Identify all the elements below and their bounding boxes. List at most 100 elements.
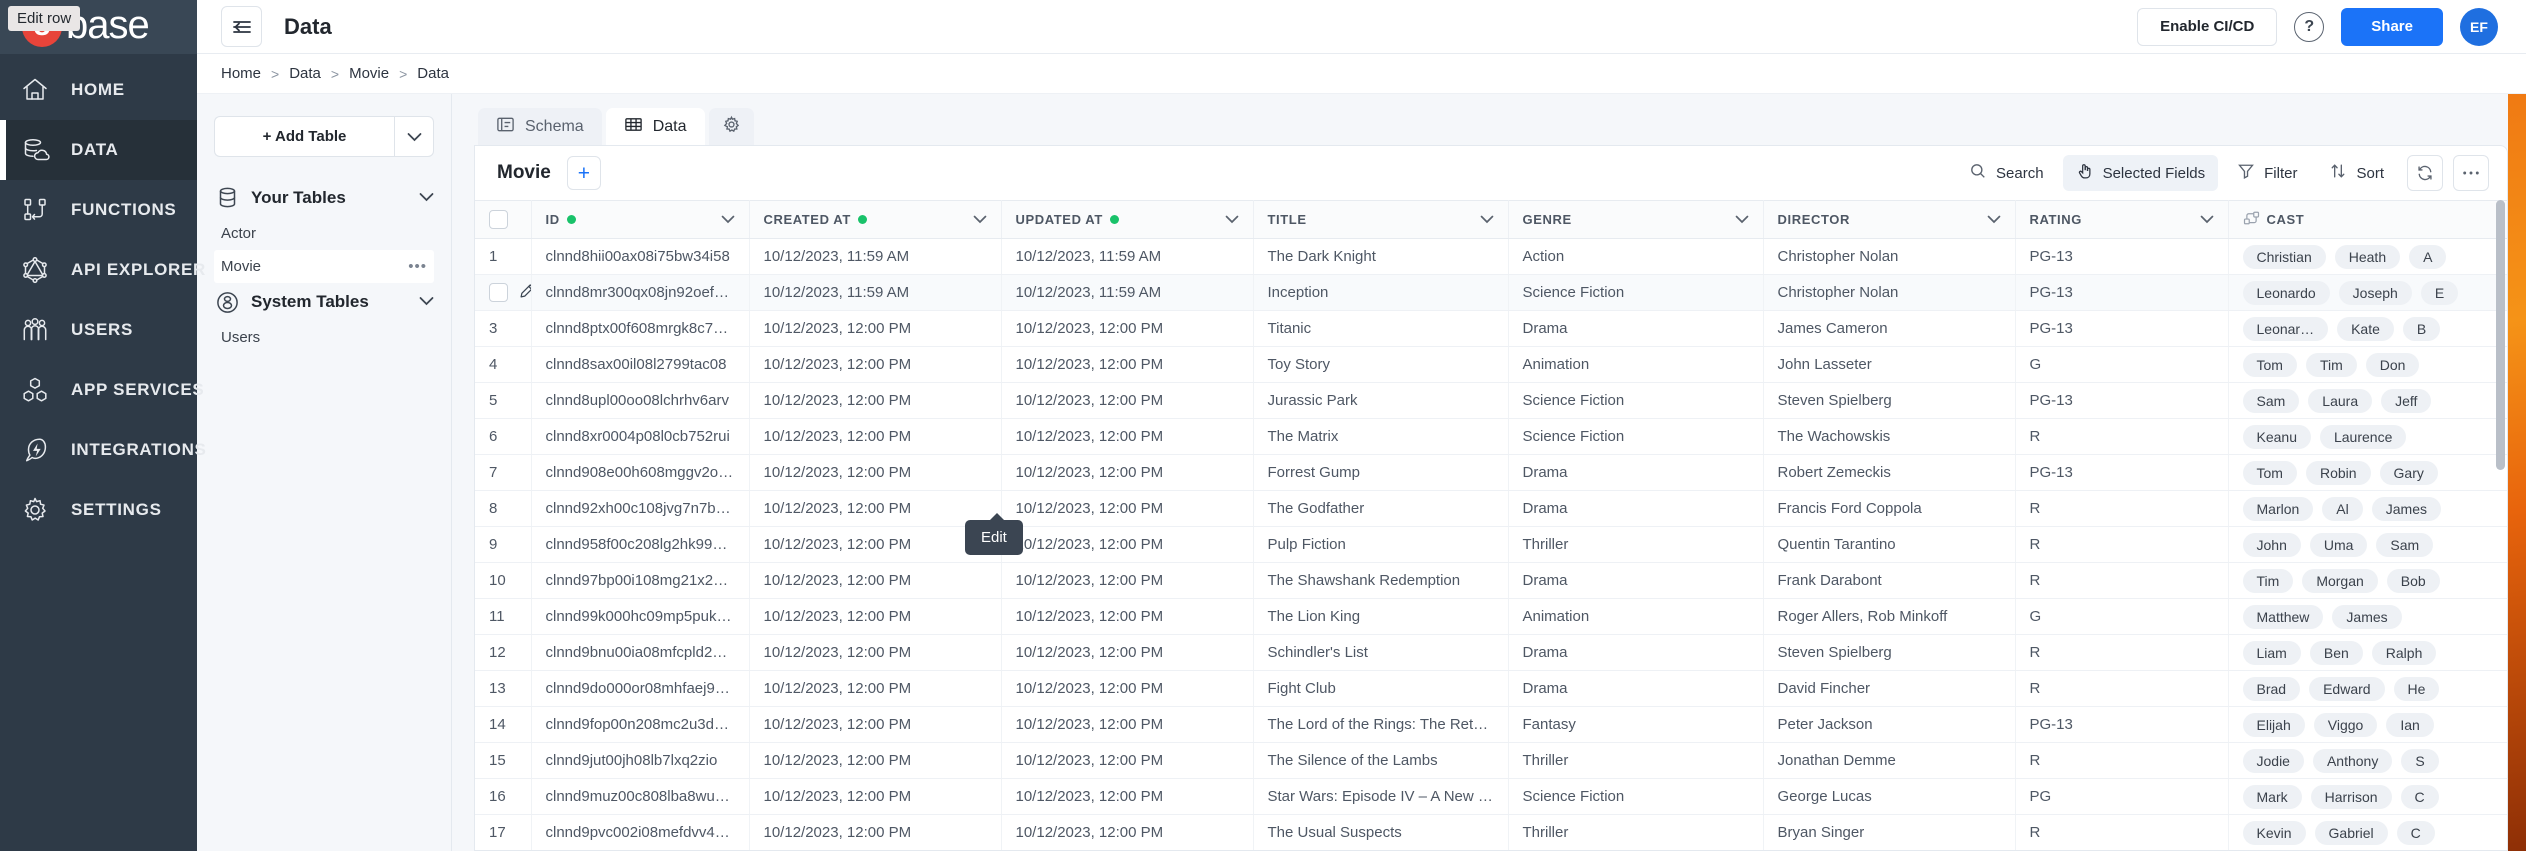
rail-item-app-services[interactable]: APP SERVICES — [0, 360, 197, 420]
cast-chip[interactable]: E — [2421, 281, 2458, 305]
table-row[interactable]: 17clnnd9pvc002i08mefdvv4xtm10/12/2023, 1… — [475, 815, 2507, 851]
row-index-cell[interactable]: 4 — [475, 347, 531, 383]
table-item-actor[interactable]: Actor — [214, 217, 434, 250]
cast-chip[interactable]: Gary — [2380, 461, 2438, 485]
cast-chip[interactable]: Laurence — [2320, 425, 2406, 449]
select-all-checkbox[interactable] — [489, 210, 508, 229]
row-index-cell[interactable]: 7 — [475, 455, 531, 491]
rail-item-settings[interactable]: SETTINGS — [0, 480, 197, 540]
column-chevron-down-icon[interactable] — [1480, 212, 1494, 227]
rail-item-functions[interactable]: FUNCTIONS — [0, 180, 197, 240]
row-index-cell[interactable]: 10 — [475, 563, 531, 599]
cast-chip[interactable]: Harrison — [2311, 785, 2392, 809]
cast-chip[interactable]: C — [2401, 785, 2439, 809]
breadcrumb-item-movie[interactable]: Movie — [349, 65, 389, 82]
help-icon[interactable]: ? — [2294, 12, 2324, 42]
column-header-rating[interactable]: RATING — [2015, 201, 2228, 239]
cast-chip[interactable]: James — [2332, 605, 2401, 629]
cast-chip[interactable]: Morgan — [2302, 569, 2377, 593]
row-index-cell[interactable]: 14 — [475, 707, 531, 743]
cast-chip[interactable]: Anthony — [2313, 749, 2392, 773]
column-chevron-down-icon[interactable] — [1225, 212, 1239, 227]
column-chevron-down-icon[interactable] — [1735, 212, 1749, 227]
row-index-cell[interactable]: 3 — [475, 311, 531, 347]
table-row[interactable]: 6clnnd8xr0004p08l0cb752rui10/12/2023, 12… — [475, 419, 2507, 455]
table-row[interactable]: clnnd8mr300qx08jn92oef0xg10/12/2023, 11:… — [475, 275, 2507, 311]
rail-item-users[interactable]: USERS — [0, 300, 197, 360]
toolbar-filter-button[interactable]: Filter — [2224, 155, 2310, 191]
table-row[interactable]: 3clnnd8ptx00f608mrgk8c75yg10/12/2023, 12… — [475, 311, 2507, 347]
cast-chip[interactable]: Sam — [2376, 533, 2433, 557]
column-chevron-down-icon[interactable] — [973, 212, 987, 227]
system-tables-chevron-down-icon[interactable] — [419, 293, 434, 311]
cast-chip[interactable]: Elijah — [2243, 713, 2305, 737]
row-index-cell[interactable]: 15 — [475, 743, 531, 779]
cast-chip[interactable]: Tom — [2243, 461, 2297, 485]
rail-item-api-explorer[interactable]: API EXPLORER — [0, 240, 197, 300]
column-header-director[interactable]: DIRECTOR — [1763, 201, 2015, 239]
breadcrumb-item-home[interactable]: Home — [221, 65, 261, 82]
column-header-updated-at[interactable]: UPDATED AT — [1001, 201, 1253, 239]
table-row[interactable]: 9clnnd958f00c208lg2hk99h9k10/12/2023, 12… — [475, 527, 2507, 563]
rail-item-home[interactable]: HOME — [0, 60, 197, 120]
table-item-movie[interactable]: Movie••• — [214, 250, 434, 283]
row-index-cell[interactable] — [475, 275, 531, 311]
vertical-scrollbar[interactable] — [2496, 200, 2505, 470]
toolbar-search-button[interactable]: Search — [1956, 155, 2057, 191]
cast-chip[interactable]: C — [2397, 821, 2435, 845]
column-chevron-down-icon[interactable] — [721, 212, 735, 227]
table-row[interactable]: 15clnnd9jut00jh08lb7lxq2zio10/12/2023, 1… — [475, 743, 2507, 779]
row-index-cell[interactable]: 8 — [475, 491, 531, 527]
cast-chip[interactable]: B — [2403, 317, 2440, 341]
cast-chip[interactable]: Mark — [2243, 785, 2302, 809]
cast-chip[interactable]: Laura — [2308, 389, 2372, 413]
cast-chip[interactable]: Brad — [2243, 677, 2301, 701]
cast-chip[interactable]: Tom — [2243, 353, 2297, 377]
table-row[interactable]: 7clnnd908e00h608mggv2o38mk10/12/2023, 12… — [475, 455, 2507, 491]
cast-chip[interactable]: Ralph — [2372, 641, 2437, 665]
row-index-cell[interactable]: 11 — [475, 599, 531, 635]
refresh-icon[interactable] — [2407, 155, 2443, 191]
column-header-created-at[interactable]: CREATED AT — [749, 201, 1001, 239]
row-index-cell[interactable]: 9 — [475, 527, 531, 563]
rail-item-data[interactable]: DATA — [0, 120, 197, 180]
cast-chip[interactable]: Bob — [2387, 569, 2440, 593]
cast-chip[interactable]: Tim — [2243, 569, 2294, 593]
breadcrumb-item-data[interactable]: Data — [417, 65, 449, 82]
brand-logo[interactable]: 8 base Edit row — [0, 0, 197, 54]
cast-chip[interactable]: Robin — [2306, 461, 2371, 485]
add-table-chevron-down-icon[interactable] — [394, 116, 434, 157]
edit-row-pencil-icon[interactable] — [519, 283, 531, 303]
cast-chip[interactable]: Keanu — [2243, 425, 2311, 449]
cast-chip[interactable]: Kevin — [2243, 821, 2306, 845]
table-row[interactable]: 13clnnd9do000or08mhfaej9qpt10/12/2023, 1… — [475, 671, 2507, 707]
breadcrumb-item-data[interactable]: Data — [289, 65, 321, 82]
cast-chip[interactable]: Jeff — [2381, 389, 2431, 413]
table-row[interactable]: 4clnnd8sax00il08l2799tac0810/12/2023, 12… — [475, 347, 2507, 383]
cast-chip[interactable]: He — [2394, 677, 2440, 701]
row-index-cell[interactable]: 16 — [475, 779, 531, 815]
tab-schema[interactable]: Schema — [478, 108, 602, 145]
cast-chip[interactable]: Al — [2322, 497, 2362, 521]
add-table-button[interactable]: + Add Table — [214, 116, 394, 157]
column-chevron-down-icon[interactable] — [1987, 212, 2001, 227]
table-row[interactable]: 10clnnd97bp00i108mg21x2e1kd10/12/2023, 1… — [475, 563, 2507, 599]
add-field-button[interactable]: + — [567, 156, 601, 190]
table-row[interactable]: 11clnnd99k000hc09mp5pukfjib10/12/2023, 1… — [475, 599, 2507, 635]
table-row-menu-icon[interactable]: ••• — [408, 258, 427, 275]
system-tables-group-header[interactable]: System Tables — [214, 283, 434, 321]
row-checkbox[interactable] — [489, 283, 508, 302]
cast-chip[interactable]: Tim — [2306, 353, 2357, 377]
cast-chip[interactable]: Leonardo — [2243, 281, 2330, 305]
row-index-cell[interactable]: 5 — [475, 383, 531, 419]
cast-chip[interactable]: A — [2409, 245, 2446, 269]
column-header-cast[interactable]: CAST — [2228, 201, 2507, 239]
row-index-cell[interactable]: 1 — [475, 239, 531, 275]
cast-chip[interactable]: Leonar… — [2243, 317, 2329, 341]
cast-chip[interactable]: Matthew — [2243, 605, 2324, 629]
cast-chip[interactable]: Sam — [2243, 389, 2300, 413]
column-header-select[interactable] — [475, 201, 531, 239]
cast-chip[interactable]: Jodie — [2243, 749, 2304, 773]
cast-chip[interactable]: Gabriel — [2315, 821, 2388, 845]
rail-item-integrations[interactable]: INTEGRATIONS — [0, 420, 197, 480]
